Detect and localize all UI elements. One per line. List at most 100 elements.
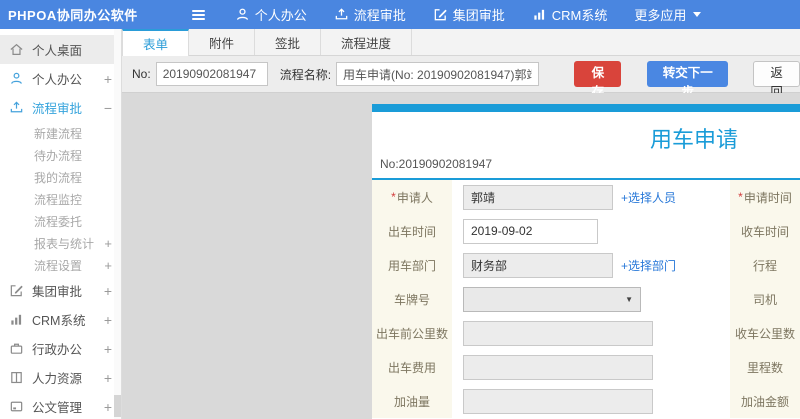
expand-plus-icon[interactable]: + — [104, 284, 112, 298]
expand-plus-icon[interactable]: + — [104, 342, 112, 356]
sidebar: 个人桌面 个人办公 + 流程审批 − 新建流程 待办流程 我的流程 流程监控 流… — [0, 29, 122, 419]
workflow-name-label: 流程名称: — [279, 67, 332, 82]
topmenu-workflow-approval[interactable]: 流程审批 — [334, 5, 406, 24]
select-caret-icon: ▼ — [625, 294, 633, 304]
required-asterisk: * — [738, 190, 743, 204]
hamburger-menu-icon[interactable] — [191, 9, 205, 20]
fuel-cost-label: 加油金额 — [730, 384, 800, 418]
home-icon — [9, 42, 24, 57]
start-mileage-label: 出车前公里数 — [372, 316, 452, 350]
sidebar-item-label: 人力资源 — [32, 372, 83, 386]
fuel-amount-field-cell — [452, 384, 730, 418]
license-plate-select[interactable]: ▼ — [463, 286, 641, 312]
topmenu-label: 更多应用 — [634, 8, 687, 23]
expand-plus-icon[interactable]: + — [104, 313, 112, 327]
form-row-department: 用车部门 +选择部门 行程 — [372, 248, 800, 282]
topmenu-crm-system[interactable]: CRM系统 — [532, 5, 607, 24]
applicant-input[interactable] — [463, 184, 613, 210]
sidebar-scrollbar-thumb[interactable] — [114, 395, 121, 417]
sidebar-item-admin-office[interactable]: 行政办公 + — [0, 334, 121, 363]
tab-label: 表单 — [143, 38, 169, 52]
sidebar-item-label: 行政办公 — [32, 343, 83, 357]
sidebar-scrollbar[interactable] — [114, 29, 121, 419]
flow-icon — [334, 7, 349, 22]
sidebar-subitem-reports-statistics[interactable]: 报表与统计 + — [0, 232, 121, 254]
form-row-license-plate: 车牌号 ▼ 司机 — [372, 282, 800, 316]
tab-label: 流程进度 — [341, 36, 392, 51]
tab-workflow-progress[interactable]: 流程进度 — [321, 29, 413, 55]
topmenu-personal-office[interactable]: 个人办公 — [235, 5, 307, 24]
document-icon — [9, 399, 24, 414]
top-navbar: PHPOA协同办公软件 个人办公 流程审批 集团审批 CRM系统 更多应用 — [0, 0, 800, 29]
department-field-cell: +选择部门 — [452, 248, 730, 282]
sidebar-subitem-workflow-settings[interactable]: 流程设置 + — [0, 254, 121, 276]
sidebar-item-workflow-approval[interactable]: 流程审批 − — [0, 93, 121, 122]
sidebar-subitem-label: 流程监控 — [34, 192, 83, 207]
sidebar-item-label: CRM系统 — [32, 314, 86, 328]
departure-time-label: 出车时间 — [372, 214, 452, 248]
sidebar-subitem-workflow-monitor[interactable]: 流程监控 — [0, 188, 121, 210]
forward-next-step-button[interactable]: 转交下一步 — [647, 61, 729, 99]
flow-icon — [9, 100, 24, 115]
topmenu-more-apps[interactable]: 更多应用 — [634, 5, 702, 24]
collapse-minus-icon[interactable]: − — [104, 101, 112, 115]
sidebar-item-label: 流程审批 — [32, 102, 83, 116]
workflow-name-input[interactable] — [336, 62, 540, 86]
tab-attachments[interactable]: 附件 — [189, 29, 256, 55]
sidebar-subitem-label: 流程委托 — [34, 214, 83, 229]
sidebar-item-crm-system[interactable]: CRM系统 + — [0, 305, 121, 334]
back-button[interactable]: 返回 — [753, 61, 800, 99]
tab-form[interactable]: 表单 — [122, 29, 190, 56]
select-department-link[interactable]: +选择部门 — [621, 257, 676, 274]
sidebar-item-group-approval[interactable]: 集团审批 + — [0, 276, 121, 305]
return-mileage-label: 收车公里数 — [730, 316, 800, 350]
sidebar-subitem-pending-workflow[interactable]: 待办流程 — [0, 144, 121, 166]
workflow-no-input[interactable] — [155, 62, 268, 86]
brand-logo: PHPOA协同办公软件 — [8, 8, 138, 23]
department-input[interactable] — [463, 252, 613, 278]
expand-plus-icon[interactable]: + — [104, 237, 112, 250]
sidebar-subitem-label: 我的流程 — [34, 170, 83, 185]
start-mileage-input[interactable] — [463, 320, 653, 346]
sidebar-subitem-new-workflow[interactable]: 新建流程 — [0, 122, 121, 144]
form-toolbar: No: 流程名称: 保存 转交下一步 返回 — [122, 56, 800, 99]
fuel-amount-label: 加油量 — [372, 384, 452, 418]
expand-plus-icon[interactable]: + — [104, 72, 112, 86]
briefcase-icon — [9, 341, 24, 356]
tab-label: 附件 — [209, 36, 235, 51]
sidebar-subitem-my-workflow[interactable]: 我的流程 — [0, 166, 121, 188]
departure-time-input[interactable] — [463, 218, 598, 244]
expand-plus-icon[interactable]: + — [104, 259, 112, 272]
return-time-label: 收车时间 — [730, 214, 800, 248]
sidebar-item-document-management[interactable]: 公文管理 + — [0, 392, 121, 419]
trip-cost-input[interactable] — [463, 354, 653, 380]
vehicle-request-form: 用车申请 No:20190902081947 * 申请人 郭靖 +选择人员 * … — [372, 104, 800, 419]
topmenu-label: 流程审批 — [353, 8, 406, 23]
sidebar-subitem-label: 新建流程 — [34, 126, 83, 141]
top-menu: 个人办公 流程审批 集团审批 CRM系统 更多应用 — [235, 5, 729, 24]
chart-icon — [532, 7, 547, 22]
sidebar-item-personal-office[interactable]: 个人办公 + — [0, 64, 121, 93]
tab-signoff[interactable]: 签批 — [255, 29, 322, 55]
user-icon — [9, 71, 24, 86]
sidebar-subitem-workflow-delegate[interactable]: 流程委托 — [0, 210, 121, 232]
form-header: 用车申请 No:20190902081947 — [372, 112, 800, 178]
form-fields-table: * 申请人 +选择人员 * 申请时间 — [372, 180, 800, 419]
topmenu-group-approval[interactable]: 集团审批 — [433, 5, 505, 24]
sidebar-item-human-resources[interactable]: 人力资源 + — [0, 363, 121, 392]
fuel-amount-input[interactable] — [463, 388, 653, 414]
sidebar-item-personal-desktop[interactable]: 个人桌面 — [0, 35, 121, 64]
tab-label: 签批 — [275, 36, 301, 51]
caret-down-icon — [693, 12, 702, 17]
no-label: No: — [132, 67, 151, 81]
book-icon — [9, 370, 24, 385]
expand-plus-icon[interactable]: + — [104, 400, 112, 414]
edit-icon — [433, 7, 448, 22]
save-button[interactable]: 保存 — [574, 61, 622, 99]
form-row-start-mileage: 出车前公里数 收车公里数 — [372, 316, 800, 350]
expand-plus-icon[interactable]: + — [104, 371, 112, 385]
applicant-label: * 申请人 — [372, 180, 452, 214]
topmenu-label: 集团审批 — [452, 8, 505, 23]
start-mileage-field-cell — [452, 316, 730, 350]
select-person-link[interactable]: +选择人员 — [621, 189, 676, 206]
